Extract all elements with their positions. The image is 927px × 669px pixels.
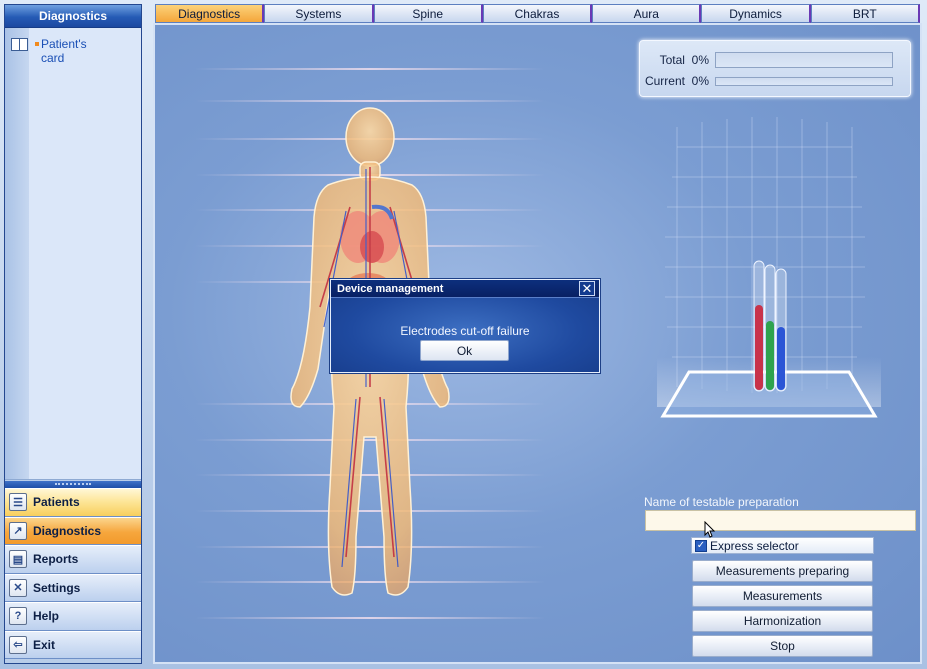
tree-item-label[interactable]: Patient's card	[41, 37, 101, 65]
nav-item-diagnostics[interactable]: ↗ Diagnostics	[5, 516, 141, 545]
checkbox-checked-icon[interactable]: ✓	[695, 539, 707, 552]
nav-label: Settings	[33, 580, 81, 595]
nav-label: Patients	[33, 495, 80, 510]
nav-label: Exit	[33, 637, 56, 652]
measurements-button[interactable]: Measurements	[692, 585, 873, 607]
help-icon: ?	[9, 607, 27, 626]
test-tube-visualization	[657, 117, 881, 418]
current-progress-bar	[715, 76, 893, 86]
close-icon[interactable]: ✕	[579, 281, 595, 296]
tab-brt[interactable]: BRT	[810, 4, 920, 23]
sidebar-splitter[interactable]	[5, 481, 141, 488]
bullet-icon	[35, 42, 39, 46]
tab-aura[interactable]: Aura	[592, 4, 702, 23]
tree-item-patients-card[interactable]: Patient's card	[11, 37, 101, 65]
tab-bar: Diagnostics Systems Spine Chakras Aura D…	[155, 4, 920, 23]
test-tubes	[753, 260, 787, 392]
patient-tree: Patient's card	[5, 28, 141, 480]
chart-icon: ↗	[9, 521, 27, 540]
express-selector-label: Express selector	[710, 538, 799, 553]
stop-button[interactable]: Stop	[692, 635, 873, 657]
tube-fill-green	[766, 321, 774, 390]
left-sidebar: Diagnostics Patient's card ☰ Patients ↗ …	[4, 4, 142, 664]
tools-icon: ✕	[9, 578, 27, 597]
nav-item-settings[interactable]: ✕ Settings	[5, 573, 141, 602]
progress-panel: Total 0% Current 0%	[639, 40, 911, 97]
ok-button[interactable]: Ok	[420, 340, 509, 361]
nav-label: Diagnostics	[33, 523, 102, 538]
tab-diagnostics[interactable]: Diagnostics	[155, 4, 265, 23]
patients-icon: ☰	[9, 493, 27, 512]
preparation-label: Name of testable preparation	[644, 495, 799, 509]
preparation-input[interactable]	[645, 510, 916, 531]
tree-gutter	[5, 28, 29, 479]
nav-item-patients[interactable]: ☰ Patients	[5, 488, 141, 517]
scan-line	[195, 68, 545, 70]
scan-line	[195, 100, 545, 102]
scan-line	[195, 617, 545, 619]
sidebar-nav: ☰ Patients ↗ Diagnostics ▤ Reports ✕ Set…	[5, 488, 141, 659]
current-progress-label: Current 0%	[644, 74, 709, 88]
tab-systems[interactable]: Systems	[264, 4, 374, 23]
measurements-preparing-button[interactable]: Measurements preparing	[692, 560, 873, 582]
sidebar-title: Diagnostics	[5, 5, 141, 28]
tab-chakras[interactable]: Chakras	[482, 4, 593, 23]
dialog-title: Device management	[331, 280, 599, 298]
nav-label: Reports	[33, 552, 79, 567]
nav-item-exit[interactable]: ⇦ Exit	[5, 630, 141, 659]
tube-fill-blue	[777, 327, 785, 390]
tab-dynamics[interactable]: Dynamics	[701, 4, 811, 23]
book-icon	[11, 37, 28, 51]
current-progress-row: Current 0%	[640, 72, 910, 90]
total-progress-label: Total 0%	[659, 53, 709, 67]
harmonization-button[interactable]: Harmonization	[692, 610, 873, 632]
exit-icon: ⇦	[9, 635, 27, 654]
dialog-message: Electrodes cut-off failure	[400, 324, 530, 338]
nav-label: Help	[33, 609, 60, 624]
grip-icon	[55, 483, 91, 485]
nav-item-help[interactable]: ? Help	[5, 602, 141, 631]
mouse-cursor-icon	[704, 521, 716, 538]
nav-item-reports[interactable]: ▤ Reports	[5, 545, 141, 574]
tab-spine[interactable]: Spine	[373, 4, 483, 23]
express-selector-checkbox[interactable]: ✓ Express selector	[691, 537, 874, 554]
printer-icon: ▤	[9, 550, 27, 569]
tube-fill-red	[755, 305, 763, 390]
total-progress-row: Total 0%	[640, 51, 910, 69]
device-management-dialog: Device management ✕ Electrodes cut-off f…	[330, 279, 600, 373]
total-progress-bar	[715, 52, 893, 68]
